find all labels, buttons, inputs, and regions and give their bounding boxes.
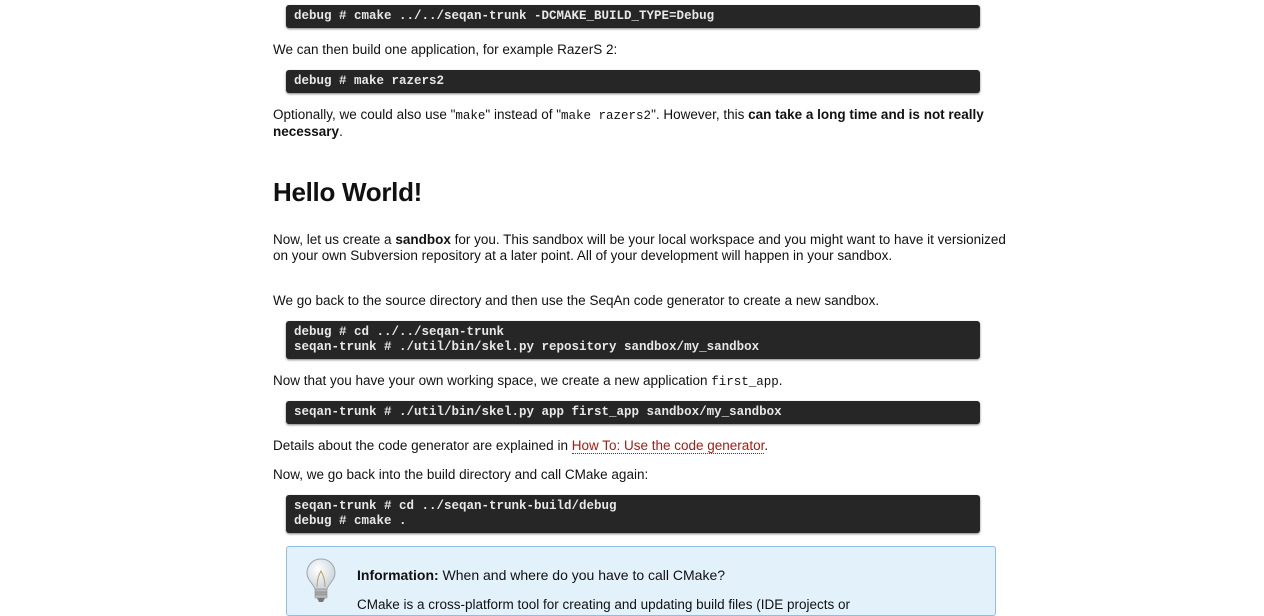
paragraph-build-directory: Now, we go back into the build directory…	[273, 467, 649, 482]
code-line: debug # cd ../../seqan-trunk	[294, 325, 505, 339]
paragraph-sandbox: Now, let us create a sandbox for you. Th…	[273, 232, 1006, 263]
code-block-cmake-debug: debug # cmake ../../seqan-trunk -DCMAKE_…	[286, 5, 980, 28]
code-block-cmake-again: seqan-trunk # cd ../seqan-trunk-build/de…	[286, 495, 980, 533]
code-line: debug # make razers2	[294, 74, 445, 88]
inline-code: first_app	[711, 375, 779, 389]
paragraph-optional-make: Optionally, we could also use "make" ins…	[273, 107, 984, 139]
code-block-make-razers2: debug # make razers2	[286, 70, 980, 93]
information-title: Information: When and where do you have …	[357, 567, 726, 583]
paragraph-new-application: Now that you have your own working space…	[273, 373, 783, 389]
information-box: Information: When and where do you have …	[286, 546, 996, 616]
code-line: debug # cmake ../../seqan-trunk -DCMAKE_…	[294, 9, 715, 23]
code-line: seqan-trunk # ./util/bin/skel.py reposit…	[294, 340, 760, 354]
paragraph-source-directory: We go back to the source directory and t…	[273, 293, 880, 308]
code-block-skel-app: seqan-trunk # ./util/bin/skel.py app fir…	[286, 401, 980, 424]
code-line: seqan-trunk # ./util/bin/skel.py app fir…	[294, 405, 782, 419]
section-heading-hello-world: Hello World!	[273, 177, 423, 207]
lightbulb-icon	[306, 558, 336, 602]
paragraph-build-application: We can then build one application, for e…	[273, 42, 618, 57]
paragraph-code-generator-details: Details about the code generator are exp…	[273, 438, 769, 454]
code-line: seqan-trunk # cd ../seqan-trunk-build/de…	[294, 499, 617, 513]
information-body: CMake is a cross-platform tool for creat…	[357, 597, 850, 612]
link-how-to-code-generator[interactable]: How To: Use the code generator	[571, 438, 765, 454]
code-line: debug # cmake .	[294, 514, 407, 528]
inline-code: make	[455, 109, 486, 123]
code-block-skel-repository: debug # cd ../../seqan-trunk seqan-trunk…	[286, 321, 980, 359]
inline-code: make razers2	[561, 109, 652, 123]
